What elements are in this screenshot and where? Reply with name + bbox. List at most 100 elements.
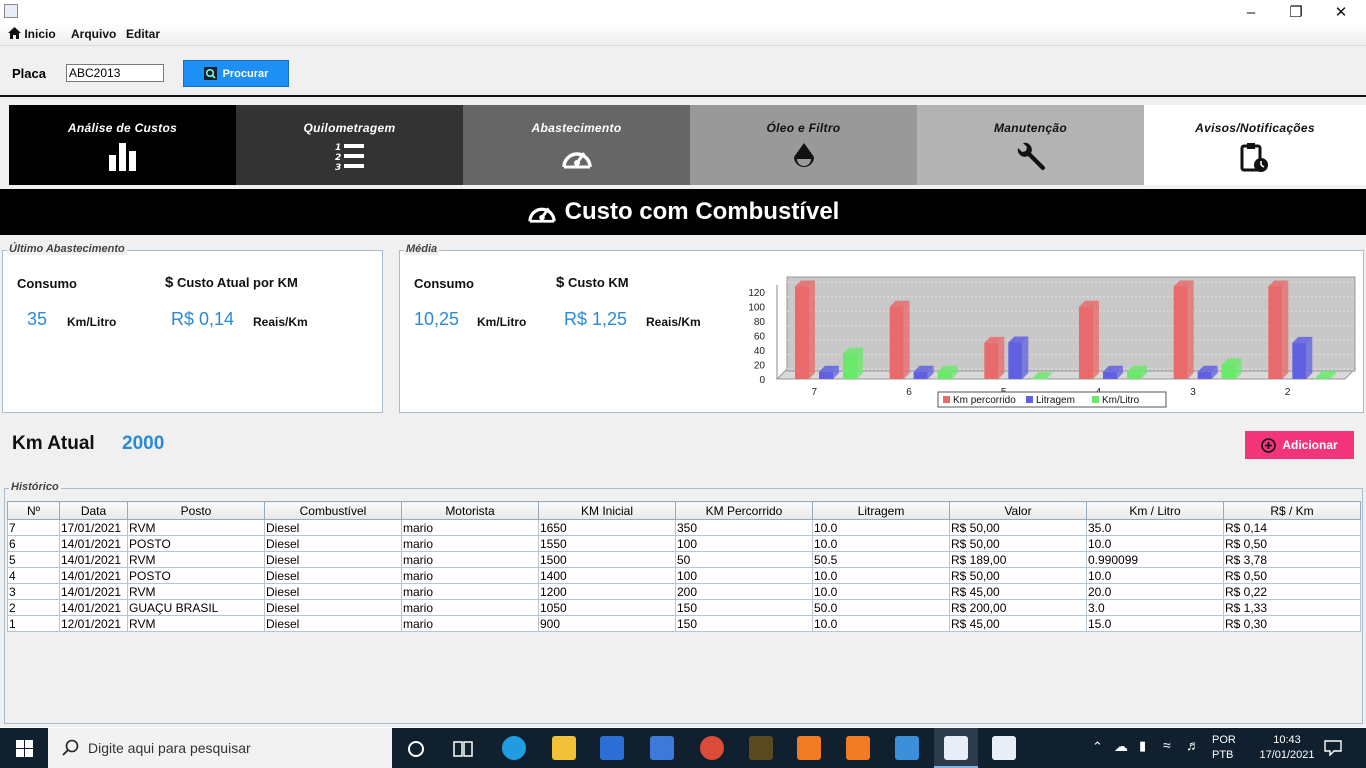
bar <box>1173 286 1188 379</box>
language-indicator[interactable]: POR PTB <box>1212 733 1236 763</box>
tab-analise-custos[interactable]: Análise de Custos <box>9 105 236 185</box>
table-row[interactable]: 3 14/01/2021 RVM Diesel mario 1200 200 10.0 R$ 4… <box>7 583 1361 600</box>
taskbar-search-input[interactable]: Digite aqui para pesquisar <box>48 728 392 768</box>
file-explorer-icon[interactable] <box>552 736 576 760</box>
procurar-button[interactable]: Procurar <box>183 60 289 87</box>
tab-avisos-notificacoes[interactable]: Avisos/Notificações <box>1144 105 1366 185</box>
tray-chevron-icon[interactable]: ⌃ <box>1092 739 1103 755</box>
minimize-button[interactable]: – <box>1228 0 1274 24</box>
bar <box>913 371 928 379</box>
legend-label: Litragem <box>1036 395 1075 406</box>
column-header[interactable]: Posto <box>127 501 265 520</box>
consumo-label: Consumo <box>414 276 474 291</box>
x-tick-label: 3 <box>1190 387 1196 398</box>
java-icon[interactable] <box>992 736 1016 760</box>
tab-bar: Análise de Custos Quilometragem 123 Abas… <box>0 95 1366 189</box>
mail-icon[interactable] <box>650 736 674 760</box>
windows-start-icon[interactable] <box>16 740 33 757</box>
table-cell: 10.0 <box>812 615 950 632</box>
table-cell: 1650 <box>538 519 676 536</box>
table-cell: 4 <box>7 567 60 584</box>
table-row[interactable]: 6 14/01/2021 POSTO Diesel mario 1550 100 10.0 R$… <box>7 535 1361 552</box>
table-row[interactable]: 7 17/01/2021 RVM Diesel mario 1650 350 10.0 R$ 5… <box>7 519 1361 536</box>
custo-label-text: Custo KM <box>567 275 629 290</box>
menu-arquivo[interactable]: Arquivo <box>71 27 116 41</box>
procurar-label: Procurar <box>222 67 269 80</box>
table-cell: 200 <box>675 583 813 600</box>
table-cell: R$ 50,00 <box>949 535 1087 552</box>
placa-input[interactable] <box>66 64 164 82</box>
virtualbox-icon[interactable] <box>895 736 919 760</box>
volume-icon[interactable]: ♬ <box>1186 737 1200 753</box>
table-cell: mario <box>401 551 539 568</box>
clock-time: 10:43 <box>1273 734 1301 746</box>
maximize-button[interactable]: ❐ <box>1273 0 1319 24</box>
bar <box>1292 342 1307 379</box>
table-cell: 2 <box>7 599 60 616</box>
table-cell: R$ 0,14 <box>1223 519 1361 536</box>
table-body: 7 17/01/2021 RVM Diesel mario 1650 350 10.0 R$ 5… <box>7 519 1361 632</box>
table-row[interactable]: 1 12/01/2021 RVM Diesel mario 900 150 10.0 R$ 45… <box>7 615 1361 632</box>
table-row[interactable]: 2 14/01/2021 GUAÇU BRASIL Diesel mario 1050 15… <box>7 599 1361 616</box>
tab-abastecimento[interactable]: Abastecimento <box>463 105 690 185</box>
cortana-icon[interactable] <box>407 740 425 758</box>
tab-quilometragem[interactable]: Quilometragem 123 <box>236 105 463 185</box>
menu-inicio[interactable]: Inicio <box>8 27 56 41</box>
battery-icon[interactable]: ▮ <box>1139 738 1146 754</box>
column-header[interactable]: Combustível <box>264 501 402 520</box>
bar <box>1127 371 1141 379</box>
wifi-icon[interactable]: ≈ <box>1163 737 1171 753</box>
clipboard-clock-icon <box>1240 143 1268 172</box>
table-row[interactable]: 4 14/01/2021 POSTO Diesel mario 1400 100 10.0 R$… <box>7 567 1361 584</box>
svg-text:1: 1 <box>335 143 341 153</box>
y-tick-label: 120 <box>748 288 765 299</box>
column-header[interactable]: R$ / Km <box>1223 501 1361 520</box>
ultimo-abastecimento-panel: Último Abastecimento Consumo $ Custo Atu… <box>2 243 383 413</box>
column-header[interactable]: Litragem <box>812 501 950 520</box>
table-cell: POSTO <box>127 567 265 584</box>
x-tick-label: 7 <box>812 387 818 398</box>
column-header[interactable]: Nº <box>7 501 60 520</box>
table-cell: 1200 <box>538 583 676 600</box>
xampp-icon[interactable] <box>846 736 870 760</box>
clock[interactable]: 10:43 17/01/2021 <box>1252 733 1322 763</box>
close-button[interactable]: ✕ <box>1318 0 1364 24</box>
adicionar-button[interactable]: Adicionar <box>1245 431 1354 459</box>
adicionar-label: Adicionar <box>1282 438 1338 452</box>
store-icon[interactable] <box>600 736 624 760</box>
tab-manutencao[interactable]: Manutenção <box>917 105 1144 185</box>
table-cell: R$ 189,00 <box>949 551 1087 568</box>
onedrive-icon[interactable]: ☁ <box>1114 738 1128 755</box>
app-icon[interactable] <box>749 736 773 760</box>
butterfly-app-icon[interactable] <box>797 736 821 760</box>
column-header[interactable]: KM Percorrido <box>675 501 813 520</box>
column-header[interactable]: Valor <box>949 501 1087 520</box>
column-header[interactable]: KM Inicial <box>538 501 676 520</box>
table-header-row: Nº Data Posto Combustível Motorista KM Inicia… <box>7 501 1361 520</box>
table-row[interactable]: 5 14/01/2021 RVM Diesel mario 1500 50 50.5 R$ 18… <box>7 551 1361 568</box>
column-header[interactable]: Km / Litro <box>1086 501 1224 520</box>
column-header[interactable]: Data <box>59 501 128 520</box>
tab-oleo-filtro[interactable]: Óleo e Filtro <box>690 105 917 185</box>
table-cell: Diesel <box>264 567 402 584</box>
table-cell: R$ 200,00 <box>949 599 1087 616</box>
table-cell: 150 <box>675 615 813 632</box>
table-cell: 100 <box>675 567 813 584</box>
notification-center-icon[interactable] <box>1324 740 1342 756</box>
table-cell: 0.990099 <box>1086 551 1224 568</box>
historico-table[interactable]: Nº Data Posto Combustível Motorista KM Inicia… <box>7 501 1361 632</box>
chrome-icon[interactable] <box>700 736 724 760</box>
edge-icon[interactable] <box>502 736 526 760</box>
search-icon <box>203 67 217 80</box>
panel-title: Média <box>404 243 440 255</box>
table-cell: 10.0 <box>812 535 950 552</box>
svg-text:2: 2 <box>335 153 341 163</box>
plus-circle-icon <box>1261 437 1277 453</box>
speedometer-icon <box>527 207 556 223</box>
y-tick-label: 0 <box>759 375 765 386</box>
column-header[interactable]: Motorista <box>401 501 539 520</box>
table-cell: 10.0 <box>812 567 950 584</box>
table-cell: Diesel <box>264 551 402 568</box>
menu-editar[interactable]: Editar <box>126 27 160 41</box>
task-view-icon[interactable] <box>453 740 473 758</box>
